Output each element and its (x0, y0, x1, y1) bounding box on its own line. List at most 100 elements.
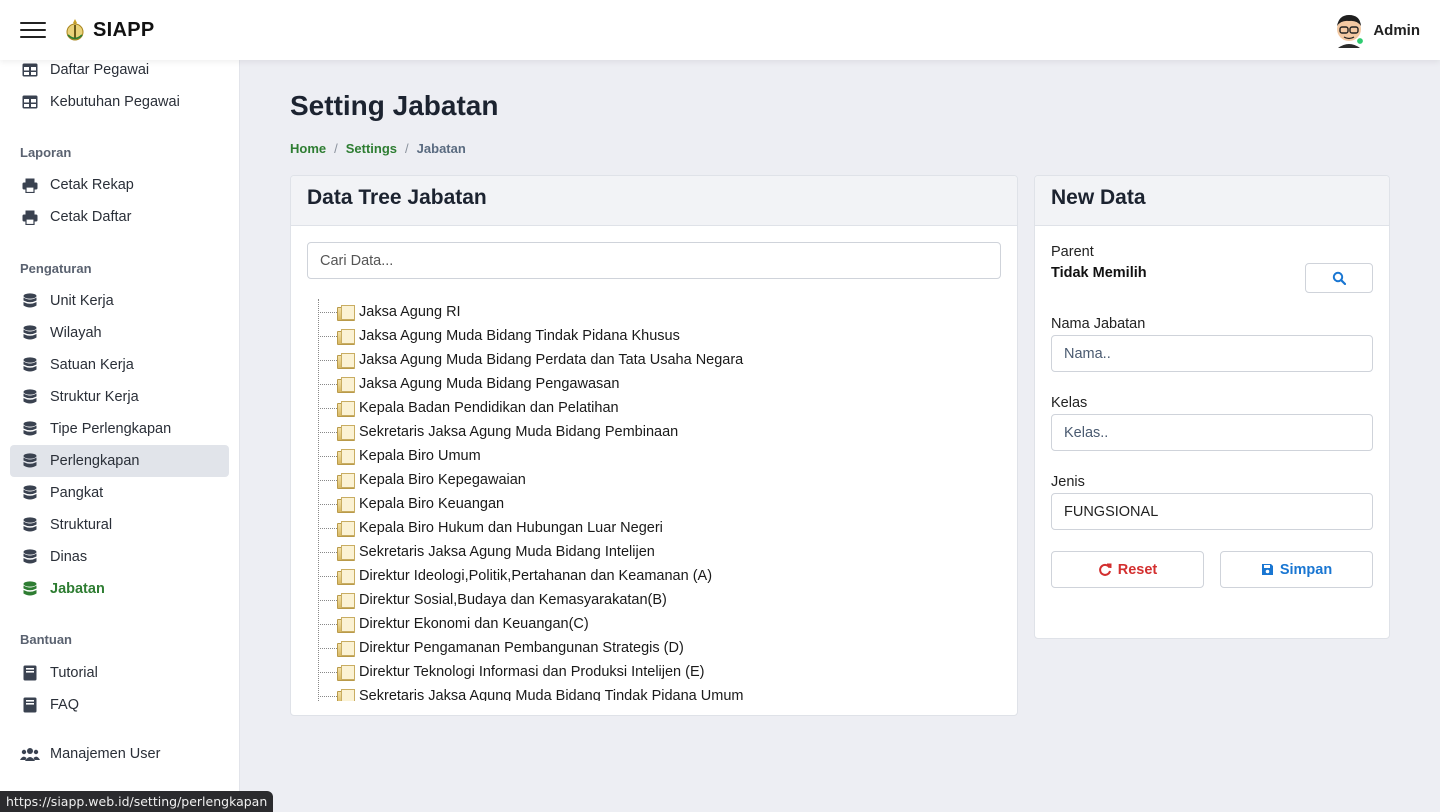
sidebar-item-label: Cetak Rekap (50, 177, 134, 193)
sidebar-item-wilayah[interactable]: Wilayah (10, 317, 229, 349)
sidebar-item-jabatan[interactable]: Jabatan (10, 573, 229, 605)
tree-node-label: Sekretaris Jaksa Agung Muda Bidang Pembi… (359, 424, 679, 440)
tree-node[interactable]: Direktur Ekonomi dan Keuangan(C) (318, 612, 589, 636)
tree-connector (318, 311, 337, 313)
tree-node-label: Direktur Ideologi,Politik,Pertahanan dan… (359, 568, 713, 584)
sidebar-item-label: Tutorial (50, 665, 98, 681)
tree-node[interactable]: Direktur Ideologi,Politik,Pertahanan dan… (318, 564, 712, 588)
tree-node[interactable]: Sekretaris Jaksa Agung Muda Bidang Intel… (318, 540, 655, 564)
save-button[interactable]: Simpan (1220, 551, 1373, 588)
tree-node[interactable]: Sekretaris Jaksa Agung Muda Bidang Tinda… (318, 684, 743, 701)
tree-node[interactable]: Direktur Sosial,Budaya dan Kemasyarakata… (318, 588, 667, 612)
folder-icon (337, 545, 355, 561)
breadcrumb: Home / Settings / Jabatan (290, 141, 466, 156)
parent-search-button[interactable] (1305, 263, 1373, 293)
tree-node-label: Direktur Ekonomi dan Keuangan(C) (359, 616, 589, 632)
menu-toggle-icon[interactable] (20, 22, 46, 38)
tree-node[interactable]: Sekretaris Jaksa Agung Muda Bidang Pembi… (318, 420, 678, 444)
users-icon (20, 744, 40, 764)
jenis-field[interactable] (1051, 493, 1373, 530)
sidebar-item-cetak-daftar[interactable]: Cetak Daftar (10, 201, 229, 233)
folder-icon (337, 521, 355, 537)
save-label: Simpan (1279, 561, 1333, 578)
reset-label: Reset (1117, 561, 1158, 578)
sidebar-item-perlengkapan[interactable]: Perlengkapan (10, 445, 229, 477)
tree-node-label: Kepala Badan Pendidikan dan Pelatihan (359, 400, 619, 416)
user-menu[interactable]: Admin (1333, 12, 1420, 48)
sidebar-item-pangkat[interactable]: Pangkat (10, 477, 229, 509)
database-icon (20, 547, 40, 567)
database-icon (20, 323, 40, 343)
tree-node[interactable]: Jaksa Agung Muda Bidang Perdata dan Tata… (318, 348, 743, 372)
user-name: Admin (1373, 21, 1420, 39)
sidebar-item-struktural[interactable]: Struktural (10, 509, 229, 541)
breadcrumb-home[interactable]: Home (290, 141, 326, 156)
sidebar-item-label: FAQ (50, 697, 80, 713)
parent-value: Tidak Memilih (1051, 265, 1147, 281)
nama-jabatan-field[interactable] (1051, 335, 1373, 372)
sidebar-item-unit-kerja[interactable]: Unit Kerja (10, 285, 229, 317)
sidebar-item-cetak-rekap[interactable]: Cetak Rekap (10, 169, 229, 201)
sidebar-item-tipe-perlengkapan[interactable]: Tipe Perlengkapan (10, 413, 229, 445)
search-icon (1332, 271, 1346, 285)
tree-connector (318, 671, 337, 673)
tree-node[interactable]: Jaksa Agung Muda Bidang Pengawasan (318, 372, 619, 396)
sidebar-item-dinas[interactable]: Dinas (10, 541, 229, 573)
tree-node-label: Jaksa Agung RI (359, 304, 461, 320)
tree-node[interactable]: Kepala Biro Kepegawaian (318, 468, 526, 492)
search-input[interactable] (307, 242, 1001, 279)
database-icon (20, 387, 40, 407)
folder-icon (337, 425, 355, 441)
sidebar-item-daftar-pegawai[interactable]: Daftar Pegawai (10, 60, 229, 86)
link-status-bar: https://siapp.web.id/setting/perlengkapa… (0, 791, 274, 812)
save-icon (1261, 564, 1273, 575)
folder-icon (337, 617, 355, 633)
sidebar-item-manajemen-user[interactable]: Manajemen User (10, 738, 229, 770)
tree-node[interactable]: Jaksa Agung Muda Bidang Tindak Pidana Kh… (318, 324, 680, 348)
kelas-field[interactable] (1051, 414, 1373, 451)
sidebar-item-label: Tipe Perlengkapan (50, 421, 172, 437)
page-title: Setting Jabatan (290, 90, 499, 121)
folder-icon (337, 665, 355, 681)
tree-card-title: Data Tree Jabatan (291, 176, 1017, 226)
tree-connector (318, 479, 337, 481)
breadcrumb-settings[interactable]: Settings (346, 141, 397, 156)
tree-node-label: Kepala Biro Hukum dan Hubungan Luar Nege… (359, 520, 663, 536)
tree-node[interactable]: Kepala Biro Hukum dan Hubungan Luar Nege… (318, 516, 663, 540)
sidebar-item-kebutuhan-pegawai[interactable]: Kebutuhan Pegawai (10, 86, 229, 118)
database-icon (20, 451, 40, 471)
folder-icon (337, 353, 355, 369)
section-title-bantuan: Bantuan (20, 632, 72, 647)
database-icon (20, 355, 40, 375)
tree-node-label: Sekretaris Jaksa Agung Muda Bidang Tinda… (359, 688, 744, 701)
sidebar-item-label: Unit Kerja (50, 293, 114, 309)
sidebar-item-satuan-kerja[interactable]: Satuan Kerja (10, 349, 229, 381)
tree-node[interactable]: Direktur Teknologi Informasi dan Produks… (318, 660, 704, 684)
sidebar-item-tutorial[interactable]: Tutorial (10, 657, 229, 689)
printer-icon (20, 207, 40, 227)
tree-connector (318, 527, 337, 529)
avatar (1337, 15, 1365, 48)
tree-node-label: Jaksa Agung Muda Bidang Tindak Pidana Kh… (359, 328, 680, 344)
tree-node[interactable]: Kepala Badan Pendidikan dan Pelatihan (318, 396, 619, 420)
folder-icon (337, 689, 355, 701)
breadcrumb-current: Jabatan (416, 141, 466, 156)
folder-icon (337, 497, 355, 513)
tree-node-label: Kepala Biro Kepegawaian (359, 472, 526, 488)
folder-icon (337, 305, 355, 321)
tree-node-label: Direktur Pengamanan Pembangunan Strategi… (359, 640, 684, 656)
tree-node[interactable]: Kepala Biro Umum (318, 444, 481, 468)
sidebar-item-faq[interactable]: FAQ (10, 689, 229, 721)
table-icon (20, 60, 40, 80)
kelas-label: Kelas (1051, 395, 1088, 411)
tree-node[interactable]: Kepala Biro Keuangan (318, 492, 504, 516)
tree-connector (318, 359, 337, 361)
tree-node[interactable]: Jaksa Agung RI (318, 300, 461, 324)
tree-node-label: Jaksa Agung Muda Bidang Pengawasan (359, 376, 620, 392)
tree-node[interactable]: Direktur Pengamanan Pembangunan Strategi… (318, 636, 684, 660)
tree-connector (318, 455, 337, 457)
reset-button[interactable]: Reset (1051, 551, 1204, 588)
sidebar-item-struktur-kerja[interactable]: Struktur Kerja (10, 381, 229, 413)
sidebar-item-label: Jabatan (50, 581, 105, 597)
nama-jabatan-label: Nama Jabatan (1051, 316, 1146, 332)
